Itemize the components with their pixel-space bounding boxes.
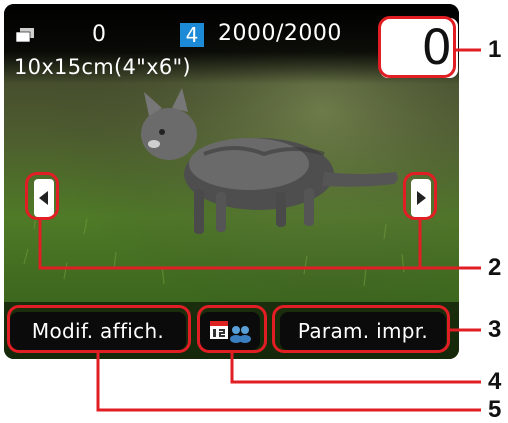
- callout-5: 5: [488, 396, 502, 423]
- callout-1: 1: [488, 36, 502, 63]
- callout-4: 4: [488, 368, 502, 395]
- callout-3: 3: [488, 316, 502, 343]
- callout-2: 2: [488, 254, 502, 281]
- callout-lines: [38, 48, 481, 412]
